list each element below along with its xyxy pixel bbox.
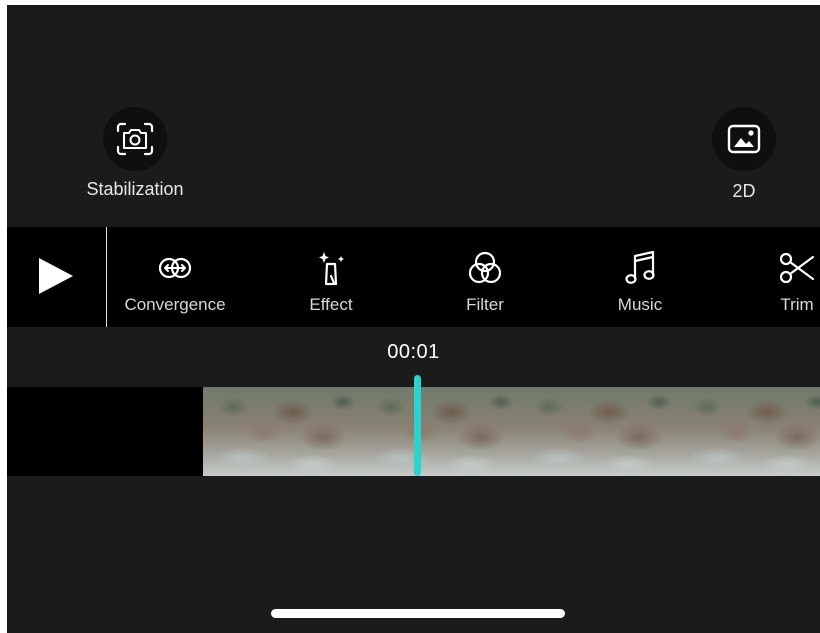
video-thumbnail	[203, 387, 361, 476]
play-icon	[39, 258, 73, 294]
image-icon	[727, 124, 761, 154]
mode-2d-label: 2D	[732, 181, 756, 201]
video-thumbnail	[361, 387, 519, 476]
camera-icon	[116, 122, 154, 156]
mode-2d-button[interactable]	[712, 107, 776, 171]
stabilization-label: Stabilization	[86, 179, 184, 199]
music-icon	[625, 250, 655, 284]
video-thumbnail	[677, 387, 820, 476]
tool-music[interactable]: Music	[600, 249, 680, 319]
play-button[interactable]	[21, 251, 91, 301]
tool-convergence[interactable]: Convergence	[115, 249, 235, 319]
video-editor-screen: Stabilization 2D Convergence Effect Filt…	[7, 5, 820, 633]
tool-music-label: Music	[617, 295, 663, 314]
home-indicator	[271, 609, 565, 618]
toolbar-divider	[106, 227, 107, 327]
video-thumbnail	[519, 387, 677, 476]
editing-toolbar: Convergence Effect Filter Music Trim	[7, 227, 820, 327]
tool-effect[interactable]: Effect	[291, 249, 371, 319]
thumbnail-strip	[203, 387, 820, 476]
tool-trim-label: Trim	[780, 295, 814, 314]
tool-convergence-label: Convergence	[124, 295, 226, 314]
scissors-icon	[779, 252, 815, 284]
stabilization-button[interactable]	[103, 107, 167, 171]
current-time: 00:01	[387, 341, 440, 363]
filter-icon	[468, 251, 502, 284]
tool-effect-label: Effect	[309, 295, 353, 314]
tool-filter[interactable]: Filter	[445, 249, 525, 319]
tool-trim[interactable]: Trim	[767, 249, 820, 319]
effect-icon	[319, 252, 344, 286]
convergence-icon	[158, 257, 192, 279]
playhead[interactable]	[414, 375, 421, 476]
tool-filter-label: Filter	[466, 295, 504, 314]
